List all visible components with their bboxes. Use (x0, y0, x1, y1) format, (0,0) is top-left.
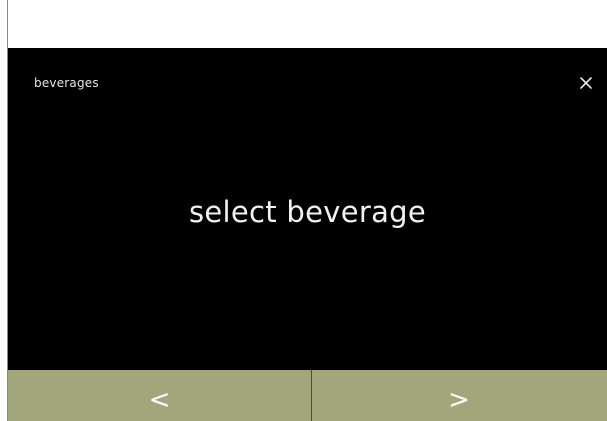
navigation-bar: < > (8, 370, 607, 421)
page-title: beverages (34, 76, 99, 90)
chevron-left-icon: < (148, 384, 171, 415)
next-button[interactable]: > (311, 370, 607, 421)
close-button[interactable] (571, 68, 601, 98)
chevron-right-icon: > (448, 384, 470, 415)
previous-button[interactable]: < (8, 370, 311, 421)
close-icon (580, 77, 592, 89)
display-screen: beverages select beverage (8, 48, 607, 370)
select-beverage-prompt: select beverage (188, 195, 427, 229)
